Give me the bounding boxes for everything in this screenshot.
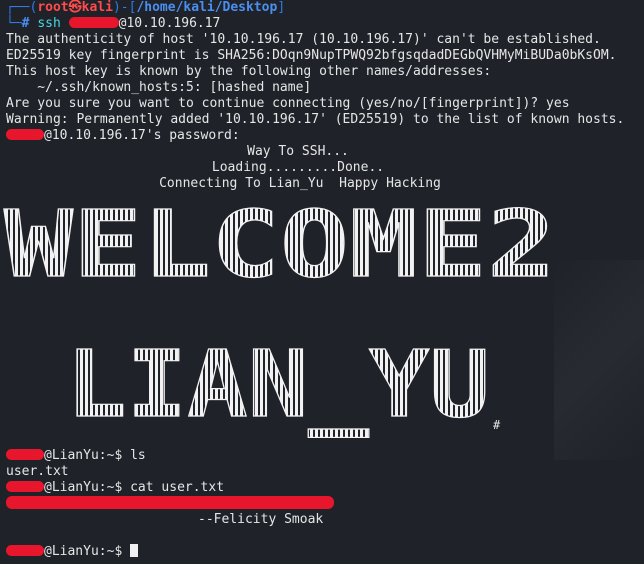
redacted-username (6, 449, 44, 460)
session-command: cat user.txt (130, 480, 225, 495)
session-line-ls: @LianYu:~$ ls (6, 448, 644, 464)
prompt-mid: )-[ (112, 0, 137, 15)
prompt-path: /home/kali/Desktop (136, 0, 278, 15)
session-prompt: @LianYu:~$ (44, 544, 123, 559)
banner-line-1: Way To SSH... (247, 144, 349, 159)
banner-line-2: Loading.........Done.. (211, 160, 385, 175)
banner-line-3: Connecting To Lian_Yu Happy Hacking (159, 176, 441, 191)
password-prompt-line: @10.10.196.17's password: (6, 128, 644, 144)
ls-output: user.txt (6, 464, 69, 479)
ascii-art-hash: # (493, 418, 501, 432)
redacted-flag (6, 496, 334, 509)
session-line-current: @LianYu:~$ (6, 544, 644, 560)
session-output[interactable]: @LianYu:~$ ls user.txt @LianYu:~$ cat us… (6, 448, 644, 560)
ssh-target: @10.10.196.17 (118, 16, 221, 31)
terminal-cursor[interactable] (130, 544, 139, 557)
ssh-output-line: ED25519 key fingerprint is SHA256:DOqn9N… (6, 48, 617, 63)
flag-line (6, 496, 644, 512)
prompt-line-1: ┌──(root㉿kali)-[/home/kali/Desktop] (6, 0, 644, 16)
skull-icon: ㉿ (68, 0, 82, 15)
prompt-corner: ┌──( (6, 0, 38, 15)
prompt-corner-2: └─ (6, 16, 22, 31)
session-command: ls (130, 448, 146, 463)
prompt-end: ] (277, 0, 286, 15)
signature-line: --Felicity Smoak (198, 512, 324, 527)
prompt-user: root (37, 0, 69, 15)
redacted-username (6, 129, 44, 140)
session-prompt: @LianYu:~$ (44, 480, 123, 495)
ssh-output-line: Are you sure you want to continue connec… (6, 96, 570, 111)
ssh-output-line: The authenticity of host '10.10.196.17 (… (6, 32, 601, 47)
password-prompt: @10.10.196.17's password: (44, 128, 240, 143)
ssh-output-line: ~/.ssh/known_hosts:5: [hashed name] (6, 80, 312, 95)
prompt-line-2: └─# ssh @10.10.196.17 (6, 16, 644, 32)
ssh-output-line: Warning: Permanently added '10.10.196.17… (6, 112, 625, 127)
prompt-hash: # (21, 16, 30, 31)
session-line-cat: @LianYu:~$ cat user.txt (6, 480, 644, 496)
ascii-art-lianyu: LIAN_YU (66, 331, 490, 438)
ascii-art-banner: WELCOME2 LIAN_YU (3, 198, 556, 438)
redacted-username (6, 481, 44, 492)
terminal-output[interactable]: ┌──(root㉿kali)-[/home/kali/Desktop] └─# … (6, 0, 644, 144)
redacted-username (68, 17, 119, 28)
ssh-output-line: This host key is known by the following … (6, 64, 492, 79)
redacted-username (6, 545, 44, 556)
prompt-host: kali (81, 0, 113, 15)
ascii-art-welcome: WELCOME2 (4, 198, 556, 298)
ssh-command: ssh (37, 16, 61, 31)
session-prompt: @LianYu:~$ (44, 448, 123, 463)
